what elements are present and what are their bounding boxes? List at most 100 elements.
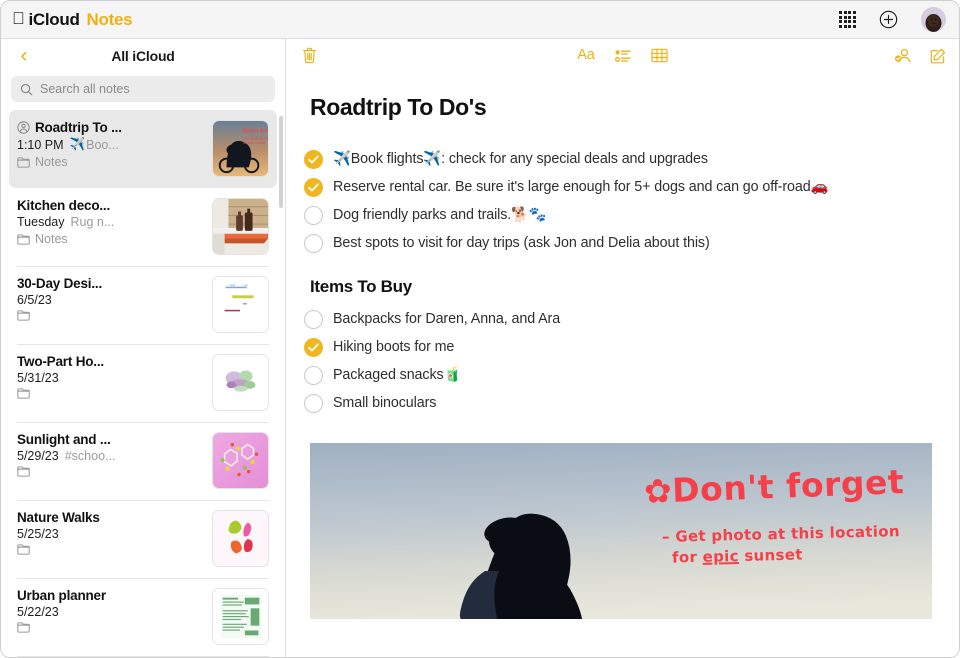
chevron-left-icon[interactable]: ‹ [13, 45, 35, 66]
format-text-icon[interactable]: Aa [577, 48, 594, 63]
notes-list[interactable]: Roadtrip To ...1:10 PM✈️Boo...Notes*Don'… [1, 110, 285, 657]
note-list-item[interactable]: Kitchen deco...TuesdayRug n...Notes [9, 188, 277, 266]
toolbar-right-group [894, 48, 946, 64]
note-item-meta: 6/5/23 [17, 293, 204, 307]
checklist-text-part: Packaged snacks [333, 367, 444, 383]
checklist-item-text: Small binoculars [333, 395, 436, 411]
search-input[interactable] [40, 82, 266, 96]
note-item-thumbnail [212, 276, 269, 333]
note-list-item[interactable]: Roadtrip To ...1:10 PM✈️Boo...Notes*Don'… [9, 110, 277, 188]
note-list-item[interactable]: Monday Mor... [9, 656, 277, 657]
note-item-snippet-text: Boo... [86, 138, 119, 152]
svg-text:-Get photo at this: -Get photo at this [243, 136, 268, 140]
sidebar-title: All iCloud [1, 48, 285, 64]
user-avatar[interactable] [921, 7, 946, 32]
note-item-snippet-text: Rug n... [70, 215, 114, 229]
svg-text:for epic sunset: for epic sunset [243, 141, 266, 145]
checkbox-checked[interactable] [304, 338, 323, 357]
note-title: Roadtrip To Do's [286, 72, 959, 121]
note-item-meta: 5/31/23 [17, 371, 204, 385]
note-list-item[interactable]: Two-Part Ho...5/31/23 [9, 344, 277, 422]
note-item-main: Roadtrip To ...1:10 PM✈️Boo...Notes [17, 120, 204, 169]
note-item-title: Urban planner [17, 588, 106, 603]
checkbox-checked[interactable] [304, 150, 323, 169]
note-item-date: 6/5/23 [17, 293, 52, 307]
checklist-emoji-mid: ✈️ [423, 151, 441, 167]
checkbox-unchecked[interactable] [304, 206, 323, 225]
add-circle-icon[interactable] [879, 10, 898, 29]
apple-logo-icon:  [12, 10, 24, 27]
annotation-line-2: for epic sunset [672, 545, 803, 566]
checklist-row[interactable]: Hiking boots for me [304, 333, 959, 361]
toolbar-center-group: Aa [286, 48, 959, 63]
checklist-item-text: Backpacks for Daren, Anna, and Ara [333, 311, 560, 327]
app-header-bar:  iCloud Notes [1, 1, 959, 39]
checklist-icon[interactable] [615, 49, 631, 63]
checklist-text-part: Best spots to visit for day trips (ask J… [333, 235, 710, 251]
brand-app-label: Notes [87, 10, 133, 30]
window-body: ‹ All iCloud Roadtrip To ...1:10 PM✈️Boo… [1, 39, 959, 657]
note-item-thumbnail [212, 354, 269, 411]
folder-icon [17, 544, 30, 555]
checklist-emoji-leading: ✈️ [333, 151, 351, 167]
checkbox-checked[interactable] [304, 178, 323, 197]
checklist-row[interactable]: Backpacks for Daren, Anna, and Ara [304, 305, 959, 333]
note-section-heading: Items To Buy [286, 257, 959, 303]
note-item-date: 1:10 PM [17, 138, 64, 152]
note-item-main: Urban planner 5/22/23 [17, 588, 204, 633]
checklist-row[interactable]: Reserve rental car. Be sure it's large e… [304, 173, 959, 201]
checkbox-unchecked[interactable] [304, 310, 323, 329]
checklist-text-part: Book flights [351, 151, 424, 167]
note-item-date: 5/29/23 [17, 449, 59, 463]
note-list-item[interactable]: Urban planner 5/22/23 [9, 578, 277, 656]
note-item-thumbnail [212, 510, 269, 567]
folder-icon [17, 388, 30, 399]
checklist-text-part: Dog friendly parks and trails. [333, 207, 511, 223]
checklist-item-text: Packaged snacks🧃 [333, 367, 461, 383]
cyclist-sunset-photo[interactable]: ✿Don't forget – Get photo at this locati… [310, 443, 932, 619]
note-item-thumbnail [212, 432, 269, 489]
note-item-date: 5/22/23 [17, 605, 59, 619]
note-list-item[interactable]: Sunlight and ...5/29/23#schoo... [9, 422, 277, 500]
checklist-item-text: ✈️Book flights✈️: check for any special … [333, 151, 708, 167]
note-item-folder-row: Notes [17, 155, 204, 169]
brand-logo[interactable]:  iCloud Notes [12, 10, 132, 30]
checklist-emoji-trailing: 🧃 [444, 367, 462, 383]
checkbox-unchecked[interactable] [304, 234, 323, 253]
note-item-title-row: Roadtrip To ... [17, 120, 204, 135]
apps-grid-icon[interactable] [839, 11, 856, 28]
sidebar-header: ‹ All iCloud [1, 39, 285, 72]
folder-icon [17, 466, 30, 477]
search-box[interactable] [11, 76, 275, 102]
note-item-thumbnail: *Don't forg-Get photo at thisfor epic su… [212, 120, 269, 177]
checklist-row[interactable]: Packaged snacks🧃 [304, 361, 959, 389]
note-item-folder-label: Notes [35, 155, 68, 169]
note-item-title: Roadtrip To ... [35, 120, 122, 135]
note-item-thumbnail [212, 588, 269, 645]
note-item-meta: 5/29/23#schoo... [17, 449, 204, 463]
folder-icon [17, 157, 30, 168]
shared-note-icon [17, 121, 30, 134]
note-list-item[interactable]: 30-Day Desi...6/5/23 [9, 266, 277, 344]
note-content[interactable]: Roadtrip To Do's ✈️Book flights✈️: check… [286, 72, 959, 657]
note-item-snippet: Rug n... [70, 215, 114, 229]
table-icon[interactable] [651, 48, 668, 63]
checklist-text-part: Reserve rental car. Be sure it's large e… [333, 179, 811, 195]
checklist-row[interactable]: Dog friendly parks and trails.🐕🐾 [304, 201, 959, 229]
checklist-item-text: Dog friendly parks and trails.🐕🐾 [333, 207, 547, 223]
checklist-row[interactable]: Best spots to visit for day trips (ask J… [304, 229, 959, 257]
svg-text:*Don't forg: *Don't forg [242, 129, 268, 135]
note-list-item[interactable]: Nature Walks5/25/23 [9, 500, 277, 578]
compose-note-icon[interactable] [930, 48, 946, 64]
note-item-main: Kitchen deco...TuesdayRug n...Notes [17, 198, 204, 246]
sidebar-scrollbar[interactable] [279, 116, 283, 208]
checklist-row[interactable]: ✈️Book flights✈️: check for any special … [304, 145, 959, 173]
icloud-notes-window:  iCloud Notes [0, 0, 960, 658]
note-item-thumbnail [212, 198, 269, 255]
checklist-row[interactable]: Small binoculars [304, 389, 959, 417]
checklist-emoji-trailing: 🚗 [811, 179, 829, 195]
share-person-icon[interactable] [894, 48, 912, 64]
checkbox-unchecked[interactable] [304, 366, 323, 385]
checkbox-unchecked[interactable] [304, 394, 323, 413]
trash-icon[interactable] [302, 47, 317, 64]
